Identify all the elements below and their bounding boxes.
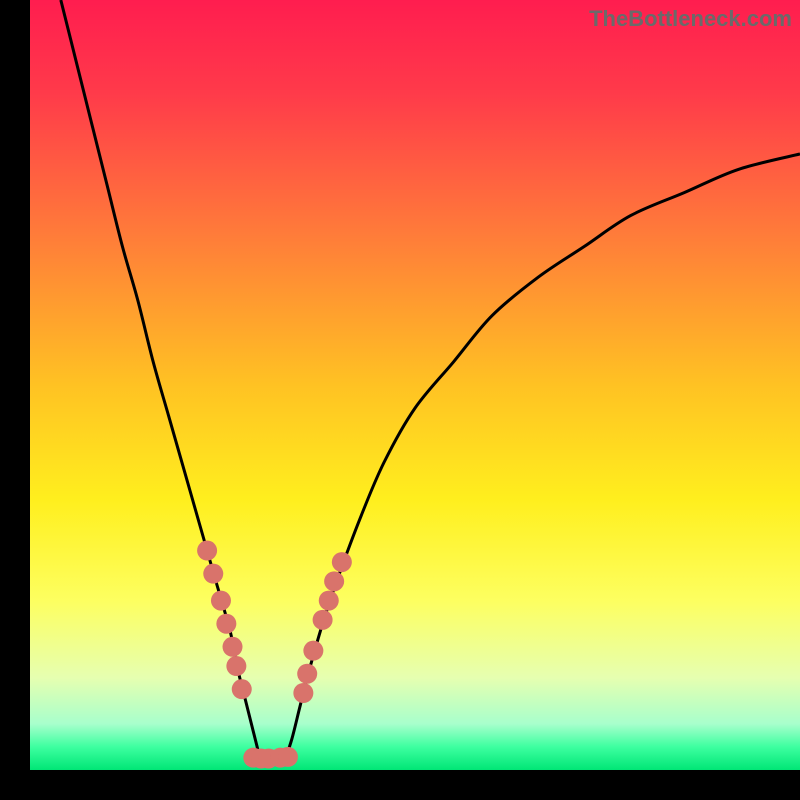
chart-background [30, 0, 800, 770]
data-point [278, 747, 298, 767]
data-point [226, 656, 246, 676]
data-point [203, 564, 223, 584]
data-point [293, 683, 313, 703]
data-point [216, 614, 236, 634]
data-point [297, 664, 317, 684]
data-point [332, 552, 352, 572]
data-point [303, 641, 323, 661]
data-point [319, 591, 339, 611]
chart-container [30, 0, 800, 770]
watermark-text: TheBottleneck.com [589, 6, 792, 32]
data-point [211, 591, 231, 611]
data-point [197, 541, 217, 561]
data-point [313, 610, 333, 630]
data-point [223, 637, 243, 657]
data-point [324, 571, 344, 591]
chart-plot [30, 0, 800, 770]
data-point [232, 679, 252, 699]
